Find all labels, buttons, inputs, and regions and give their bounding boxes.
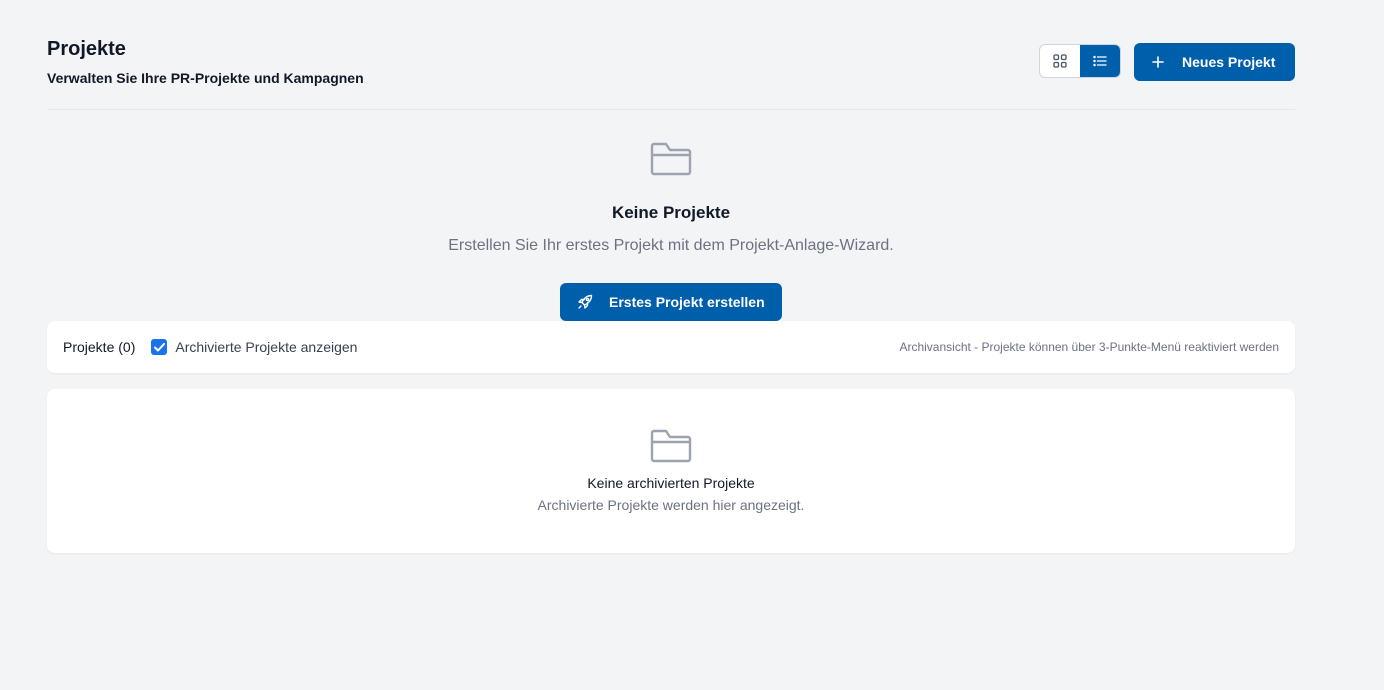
page-title: Projekte — [47, 38, 126, 60]
empty-state-description: Erstellen Sie Ihr erstes Projekt mit dem… — [448, 237, 894, 254]
new-project-label: Neues Projekt — [1182, 54, 1276, 70]
rocket-icon — [578, 294, 593, 309]
list-icon — [1093, 55, 1107, 67]
grid-view-button[interactable] — [1040, 45, 1080, 77]
create-first-project-label: Erstes Projekt erstellen — [609, 294, 765, 310]
archive-empty-description: Archivierte Projekte werden hier angezei… — [537, 497, 805, 513]
view-toggle — [1039, 44, 1121, 78]
grid-icon — [1053, 54, 1067, 68]
checkmark-icon — [153, 342, 165, 351]
folder-icon — [650, 142, 692, 176]
plus-icon — [1152, 56, 1164, 68]
list-view-button[interactable] — [1080, 45, 1120, 77]
project-count-label: Projekte (0) — [63, 339, 136, 355]
empty-state: Keine Projekte Erstellen Sie Ihr erstes … — [47, 139, 1295, 255]
archive-empty-title: Keine archivierten Projekte — [587, 475, 755, 491]
show-archived-checkbox[interactable] — [151, 339, 168, 355]
projects-page: Projekte Verwalten Sie Ihre PR-Projekte … — [0, 0, 1384, 690]
folder-icon — [650, 429, 692, 463]
empty-state-title: Keine Projekte — [611, 203, 731, 222]
new-project-button[interactable]: Neues Projekt — [1134, 43, 1295, 81]
archive-empty-card: Keine archivierten Projekte Archivierte … — [47, 389, 1295, 553]
page-header: Projekte Verwalten Sie Ihre PR-Projekte … — [47, 38, 1295, 110]
show-archived-label[interactable]: Archivierte Projekte anzeigen — [175, 339, 357, 355]
archive-hint: Archivansicht - Projekte können über 3-P… — [899, 340, 1279, 354]
create-first-project-button[interactable]: Erstes Projekt erstellen — [560, 283, 782, 321]
filter-bar: Projekte (0) Archivierte Projekte anzeig… — [47, 321, 1295, 373]
page-subtitle: Verwalten Sie Ihre PR-Projekte und Kampa… — [47, 70, 364, 86]
